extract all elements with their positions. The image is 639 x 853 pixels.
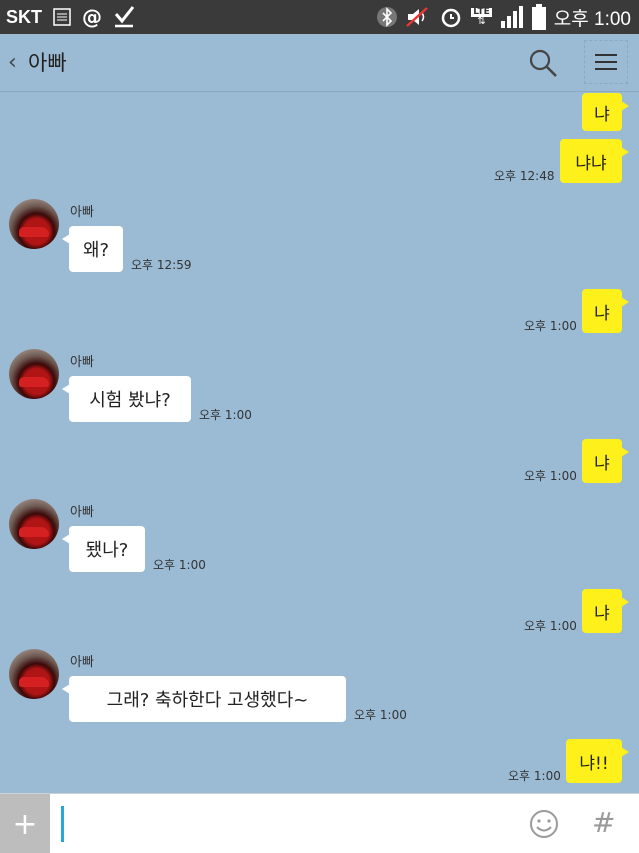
message-time: 오후 1:00 xyxy=(199,408,252,422)
message-time: 오후 1:00 xyxy=(153,558,206,572)
my-message-bubble[interactable]: 냐!! xyxy=(566,739,629,783)
mute-icon xyxy=(405,6,431,28)
my-message-bubble[interactable]: 냐 xyxy=(582,589,629,633)
carrier-label: SKT xyxy=(6,6,42,27)
other-message-bubble[interactable]: 됐나? xyxy=(62,526,145,572)
clock: 오후 1:00 xyxy=(553,8,631,30)
sender-name: 아빠 xyxy=(70,355,94,370)
message-time: 오후 1:00 xyxy=(354,708,407,722)
message-text: 냐 xyxy=(594,303,610,324)
message-time: 오후 12:59 xyxy=(131,258,192,272)
avatar[interactable] xyxy=(9,199,59,249)
battery-icon xyxy=(531,4,546,30)
at-icon: @ xyxy=(82,5,102,29)
my-message-bubble[interactable]: 냐 xyxy=(582,93,629,131)
chat-area[interactable]: 냐 냐냐 오후 12:48 아빠 왜? 오후 12:59 냐 오후 1:00 아… xyxy=(0,93,639,793)
message-text: 왜? xyxy=(82,240,110,261)
my-message-bubble[interactable]: 냐냐 xyxy=(560,139,629,183)
message-text: 냐 xyxy=(594,104,610,125)
sender-name: 아빠 xyxy=(70,655,94,670)
add-attachment-button[interactable]: + xyxy=(0,794,50,853)
message-time: 오후 1:00 xyxy=(524,619,577,633)
alarm-icon xyxy=(439,5,463,29)
message-text: 냐냐 xyxy=(575,153,607,174)
signal-icon xyxy=(500,5,524,29)
bluetooth-icon xyxy=(377,5,398,29)
other-message-bubble[interactable]: 그래? 축하한다 고생했다~ xyxy=(62,676,346,722)
other-message-bubble[interactable]: 시험 봤냐? xyxy=(62,376,191,422)
sender-name: 아빠 xyxy=(70,205,94,220)
avatar[interactable] xyxy=(9,349,59,399)
data-arrows-icon: ⇅ xyxy=(477,15,486,27)
lte-icon: LTE ⇅ xyxy=(471,7,492,27)
download-check-icon xyxy=(112,5,136,29)
input-bar: + # xyxy=(0,793,639,853)
message-input[interactable] xyxy=(61,806,64,842)
emoji-icon[interactable] xyxy=(528,808,560,840)
my-message-bubble[interactable]: 냐 xyxy=(582,439,629,483)
status-bar: SKT @ LTE ⇅ 오후 1:00 xyxy=(0,0,639,34)
message-text: 됐나? xyxy=(85,540,129,561)
other-message-bubble[interactable]: 왜? xyxy=(62,226,123,272)
message-text: 냐 xyxy=(594,453,610,474)
message-text: 냐!! xyxy=(579,753,609,774)
chat-header: ‹ 아빠 xyxy=(0,34,639,92)
menu-icon[interactable] xyxy=(584,40,628,84)
message-text: 냐 xyxy=(594,603,610,624)
message-text: 시험 봤냐? xyxy=(89,390,171,411)
message-time: 오후 1:00 xyxy=(524,319,577,333)
back-icon[interactable]: ‹ xyxy=(8,50,17,75)
avatar[interactable] xyxy=(9,499,59,549)
message-text: 그래? 축하한다 고생했다~ xyxy=(106,690,309,711)
hashtag-search-button[interactable]: # xyxy=(592,806,615,839)
sender-name: 아빠 xyxy=(70,505,94,520)
my-message-bubble[interactable]: 냐 xyxy=(582,289,629,333)
search-icon[interactable] xyxy=(528,48,558,78)
notes-icon xyxy=(52,7,72,27)
message-time: 오후 1:00 xyxy=(524,469,577,483)
chat-title: 아빠 xyxy=(28,51,67,75)
avatar[interactable] xyxy=(9,649,59,699)
message-time: 오후 1:00 xyxy=(508,769,561,783)
message-time: 오후 12:48 xyxy=(494,169,555,183)
